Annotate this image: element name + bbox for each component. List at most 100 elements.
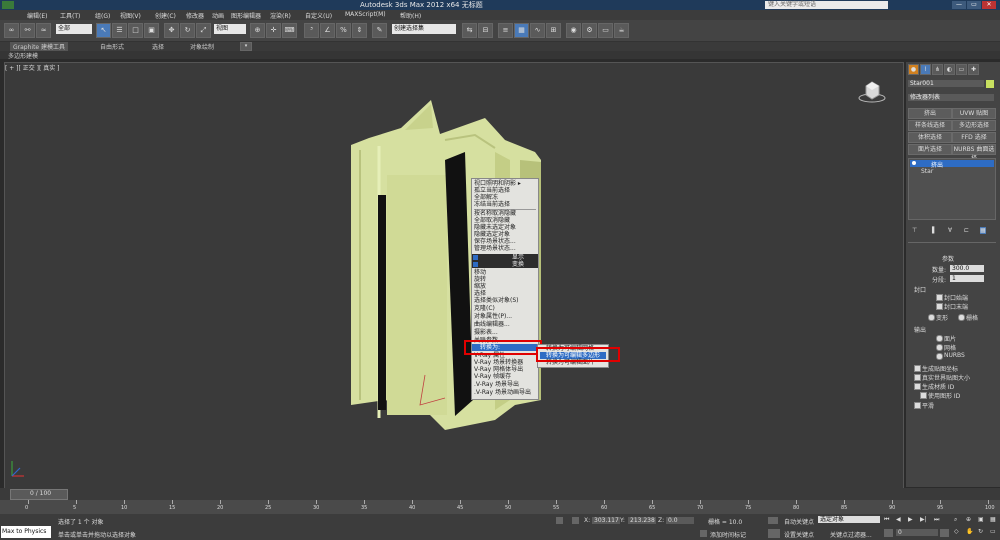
- mod-btn-spline-select[interactable]: 样条线选择: [908, 120, 952, 131]
- menu-maxscript[interactable]: MAXScript(M): [345, 11, 386, 18]
- maximize-viewport-icon[interactable]: ▭: [990, 528, 996, 535]
- rendered-frame-icon[interactable]: ▭: [598, 23, 613, 38]
- grid-radio[interactable]: [958, 314, 965, 321]
- zoom-extents-icon[interactable]: ▣: [978, 516, 984, 523]
- menu-help[interactable]: 帮助(H): [400, 11, 421, 20]
- ribbon-options-icon[interactable]: ▾: [240, 42, 252, 51]
- play-icon[interactable]: ▶: [908, 516, 913, 523]
- schematic-view-icon[interactable]: ⊞: [546, 23, 561, 38]
- auto-key-select[interactable]: 选定对象: [818, 516, 880, 523]
- ctx-item-hide-selection[interactable]: 隐藏选定对象: [474, 231, 510, 238]
- rect-selection-icon[interactable]: □: [128, 23, 143, 38]
- minimize-icon[interactable]: —: [952, 1, 966, 9]
- mod-btn-poly-select[interactable]: 多边形选择: [952, 120, 996, 131]
- segments-field[interactable]: 1: [950, 275, 984, 282]
- mod-btn-ffd-select[interactable]: FFD 选择: [952, 132, 996, 143]
- select-object-icon[interactable]: ↖: [96, 23, 111, 38]
- ctx-item-manage-scene-states[interactable]: 管理场景状态...: [474, 245, 516, 252]
- key-filters-button[interactable]: 关键点过滤器...: [830, 530, 872, 539]
- graphite-toggle-icon[interactable]: ▦: [514, 23, 529, 38]
- ctx-item-vray-mesh-export[interactable]: V-Ray 网格体导出: [474, 366, 523, 373]
- ref-coord-select[interactable]: 视图: [214, 24, 246, 34]
- select-manipulate-icon[interactable]: ✛: [266, 23, 281, 38]
- cap-end-checkbox[interactable]: [936, 303, 943, 310]
- auto-key-icon[interactable]: [768, 517, 778, 524]
- ribbon-sub-label[interactable]: 多边形建模: [8, 51, 38, 60]
- render-production-icon[interactable]: ☕: [614, 23, 629, 38]
- output-mesh-radio[interactable]: [936, 344, 943, 351]
- hierarchy-tab-icon[interactable]: ⋔: [932, 64, 943, 75]
- z-coord-field[interactable]: 0.0: [666, 517, 694, 524]
- x-coord-field[interactable]: 303.117: [592, 517, 620, 524]
- select-by-name-icon[interactable]: ☰: [112, 23, 127, 38]
- move-icon[interactable]: ✥: [164, 23, 179, 38]
- mod-btn-patch-select[interactable]: 面片选择: [908, 144, 952, 155]
- tab-freeform[interactable]: 自由形式: [100, 42, 124, 51]
- create-tab-icon[interactable]: ●: [908, 64, 919, 75]
- ctx-item-scale[interactable]: 缩放: [474, 283, 486, 290]
- window-crossing-icon[interactable]: ▣: [144, 23, 159, 38]
- ctx-item-vray-frame-buffer[interactable]: V-Ray 帧缓存: [474, 373, 511, 380]
- ctx-item-viewport-lighting[interactable]: 视口照明和阴影 ▸: [474, 180, 521, 187]
- key-mode-icon[interactable]: [884, 529, 893, 537]
- ctx-item-save-scene-state[interactable]: 保存场景状态...: [474, 238, 516, 245]
- ctx-item-move[interactable]: 移动: [474, 269, 486, 276]
- percent-snap-icon[interactable]: %: [336, 23, 351, 38]
- gen-mat-ids-checkbox[interactable]: [914, 383, 921, 390]
- ctx-item-clone[interactable]: 克隆(C): [474, 305, 495, 312]
- tab-selection[interactable]: 选择: [152, 42, 164, 51]
- mirror-icon[interactable]: ⇆: [462, 23, 477, 38]
- object-color-swatch[interactable]: [986, 80, 994, 88]
- gen-mapping-checkbox[interactable]: [914, 365, 921, 372]
- stack-light-bulb-icon[interactable]: [912, 161, 916, 165]
- align-icon[interactable]: ⊟: [478, 23, 493, 38]
- lock-icon[interactable]: [556, 517, 563, 524]
- use-shape-ids-checkbox[interactable]: [920, 392, 927, 399]
- display-tab-icon[interactable]: ▭: [956, 64, 967, 75]
- maxscript-button[interactable]: Max to Physics: [2, 528, 46, 535]
- selection-filter-select[interactable]: 全部: [56, 24, 92, 34]
- abs-mode-icon[interactable]: [572, 517, 579, 524]
- layer-manager-icon[interactable]: ≡: [498, 23, 513, 38]
- configure-sets-icon[interactable]: ▦: [980, 227, 986, 234]
- viewport-label[interactable]: [ + ][ 正交 ][ 真实 ]: [5, 63, 60, 72]
- named-selection-select[interactable]: 创建选择集: [392, 24, 456, 34]
- link-icon[interactable]: ∞: [4, 23, 19, 38]
- fov-icon[interactable]: ◇: [954, 528, 959, 535]
- menu-animation[interactable]: 动画: [212, 11, 224, 20]
- time-config-icon[interactable]: [940, 529, 949, 537]
- search-input[interactable]: 键入关键字或短语: [765, 1, 888, 9]
- menu-group[interactable]: 组(G): [95, 11, 110, 20]
- app-logo-icon[interactable]: [2, 1, 14, 9]
- current-frame-field[interactable]: 0: [896, 529, 938, 536]
- modifier-list-select[interactable]: 修改器列表: [908, 94, 994, 101]
- unlink-icon[interactable]: ⚯: [20, 23, 35, 38]
- zoom-all-icon[interactable]: ⊕: [966, 516, 971, 523]
- next-frame-icon[interactable]: ▶|: [920, 516, 927, 523]
- ctx-item-freeze-selection[interactable]: 冻结当前选择: [474, 201, 510, 208]
- ctx-item-hide-unselected[interactable]: 隐藏未选定对象: [474, 224, 516, 231]
- make-unique-icon[interactable]: ∀: [948, 227, 952, 234]
- smooth-checkbox[interactable]: [914, 402, 921, 409]
- menu-modifiers[interactable]: 修改器: [186, 11, 204, 20]
- menu-edit[interactable]: 编辑(E): [27, 11, 47, 20]
- menu-rendering[interactable]: 渲染(R): [270, 11, 291, 20]
- material-editor-icon[interactable]: ◉: [566, 23, 581, 38]
- object-name-field[interactable]: Star001: [908, 80, 984, 87]
- orbit-icon[interactable]: ↻: [978, 528, 983, 535]
- morph-radio[interactable]: [928, 314, 935, 321]
- bind-spacewarp-icon[interactable]: ≈: [36, 23, 51, 38]
- mod-btn-extrude[interactable]: 挤出: [908, 108, 952, 119]
- spinner-snap-icon[interactable]: ⇕: [352, 23, 367, 38]
- menu-views[interactable]: 视图(V): [120, 11, 141, 20]
- viewcube-icon[interactable]: [858, 80, 886, 104]
- scale-icon[interactable]: ⤢: [196, 23, 211, 38]
- remove-modifier-icon[interactable]: ⊏: [964, 227, 969, 234]
- pivot-center-icon[interactable]: ⊕: [250, 23, 265, 38]
- modify-tab-icon[interactable]: ⌇: [920, 64, 931, 75]
- ctx-item-rotate[interactable]: 旋转: [474, 276, 486, 283]
- stack-item-star[interactable]: Star: [921, 168, 933, 175]
- mod-btn-nurbs-select[interactable]: NURBS 曲面选择: [952, 144, 996, 162]
- ctx-item-vray-scene-export[interactable]: .V-Ray 场景导出: [474, 381, 519, 388]
- ctx-item-unhide-all[interactable]: 全部取消隐藏: [474, 217, 510, 224]
